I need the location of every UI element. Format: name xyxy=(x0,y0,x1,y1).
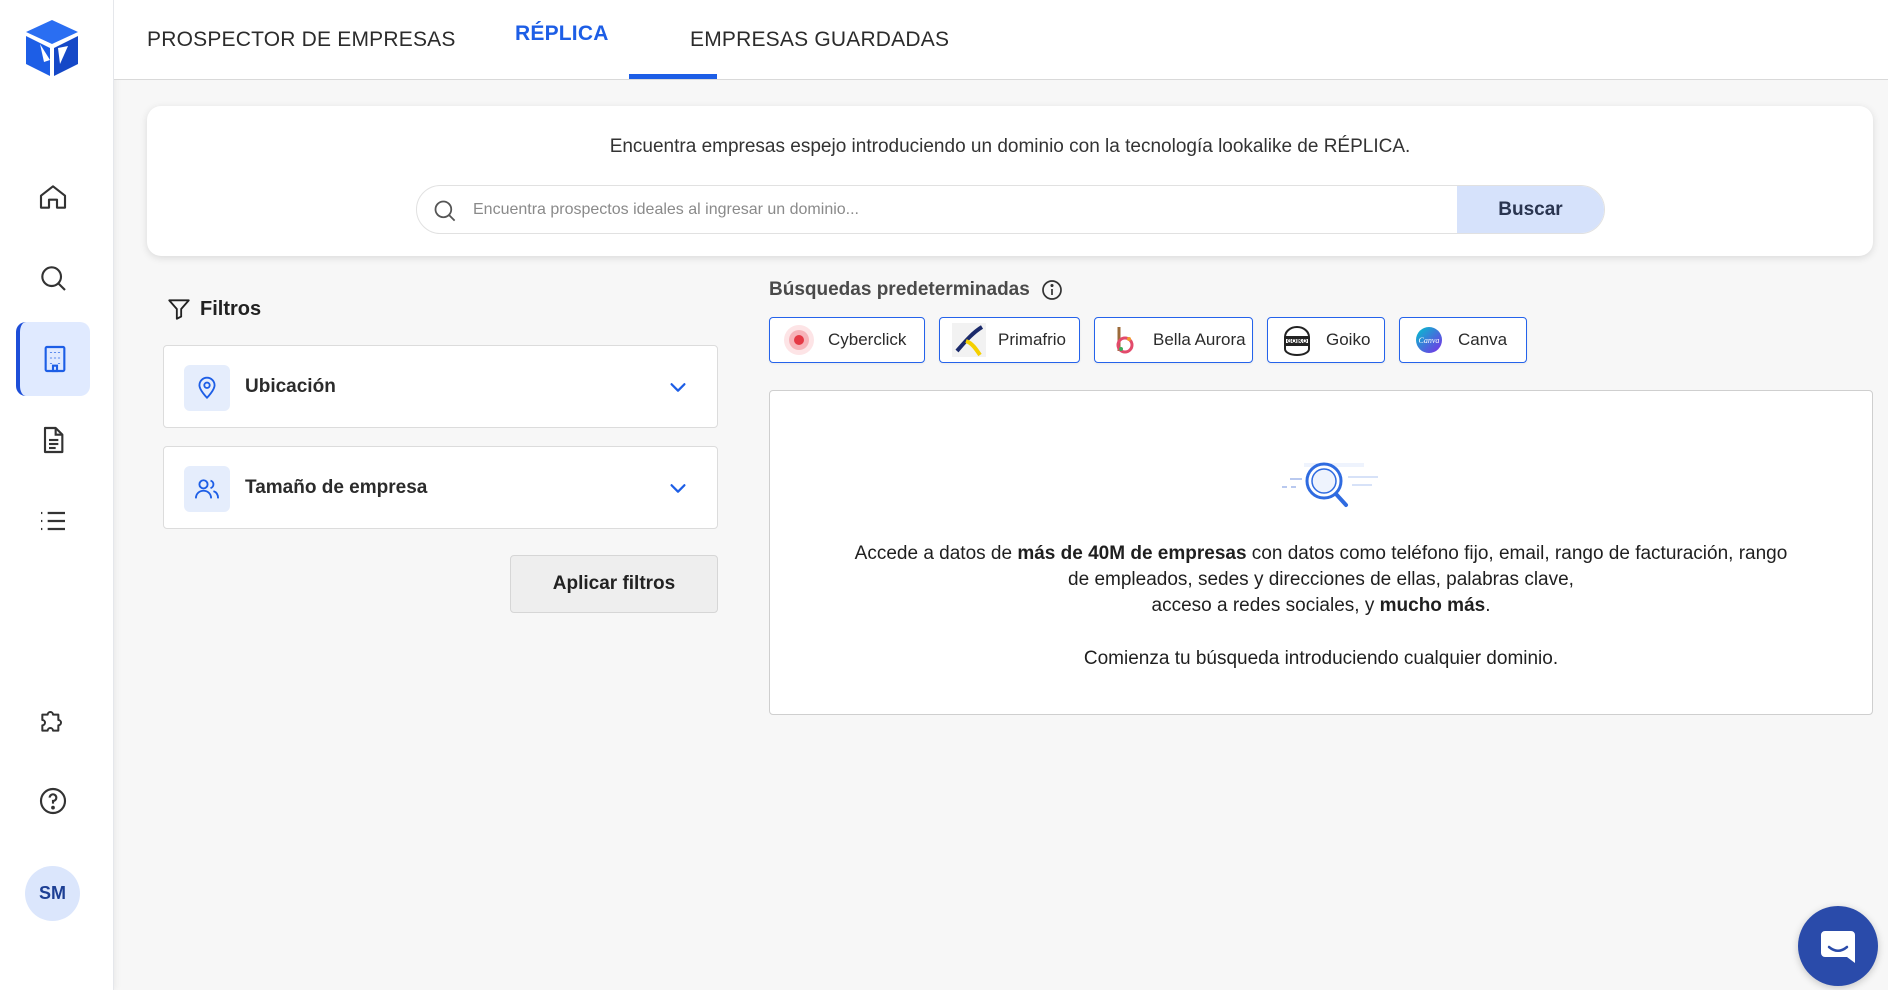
document-icon xyxy=(43,426,64,454)
preset-searches-title: Búsquedas predeterminadas xyxy=(769,279,1030,300)
filter-location[interactable]: Ubicación xyxy=(163,345,718,428)
info-icon[interactable] xyxy=(1040,278,1064,302)
preset-chip-canva[interactable]: Canva Canva xyxy=(1399,317,1527,363)
sidebar: SM xyxy=(0,0,114,990)
apply-filters-button[interactable]: Aplicar filtros xyxy=(510,555,718,613)
app-logo[interactable] xyxy=(22,18,82,80)
preset-chip-primafrio[interactable]: Primafrio xyxy=(939,317,1080,363)
preset-chip-goiko[interactable]: GOIKO Goiko xyxy=(1267,317,1385,363)
search-icon xyxy=(434,200,456,222)
filter-company-size[interactable]: Tamaño de empresa xyxy=(163,446,718,529)
nav-search[interactable] xyxy=(16,241,90,315)
chevron-down-icon[interactable] xyxy=(667,376,689,398)
goiko-logo: GOIKO xyxy=(1280,323,1314,357)
nav-lists[interactable] xyxy=(16,484,90,558)
search-card: Encuentra empresas espejo introduciendo … xyxy=(147,106,1873,256)
chevron-down-icon[interactable] xyxy=(667,477,689,499)
preset-chip-bella-aurora[interactable]: Bella Aurora xyxy=(1094,317,1253,363)
nav-home[interactable] xyxy=(16,160,90,234)
description-line-1: Accede a datos de más de 40M de empresas… xyxy=(854,543,1788,564)
location-pin-icon xyxy=(198,376,216,400)
domain-search-box: Buscar xyxy=(416,185,1605,234)
magnifier-illustration-icon xyxy=(1282,462,1378,507)
preset-chip-label: Cyberclick xyxy=(828,330,907,349)
preset-chip-cyberclick[interactable]: Cyberclick xyxy=(769,317,925,363)
description-line-2: de empleados, sedes y direcciones de ell… xyxy=(1068,569,1574,590)
search-icon xyxy=(41,266,66,291)
building-icon xyxy=(44,345,66,373)
home-icon xyxy=(39,185,67,209)
nav-companies[interactable] xyxy=(16,322,90,396)
tab-prospector[interactable]: PROSPECTOR DE EMPRESAS xyxy=(147,0,456,80)
cyberclick-logo xyxy=(782,323,816,357)
chat-icon xyxy=(1821,931,1855,963)
chat-support-button[interactable] xyxy=(1798,906,1878,986)
puzzle-icon xyxy=(41,711,62,732)
filter-company-size-label: Tamaño de empresa xyxy=(245,476,428,498)
preset-chip-label: Bella Aurora xyxy=(1153,330,1246,349)
primafrio-logo xyxy=(952,323,986,357)
preset-searches-header: Búsquedas predeterminadas xyxy=(769,278,1064,302)
preset-chip-label: Primafrio xyxy=(998,330,1067,349)
list-icon xyxy=(41,511,65,531)
filter-icon xyxy=(168,299,190,320)
preset-chip-label: Canva xyxy=(1458,330,1508,349)
domain-search-input[interactable] xyxy=(473,186,1453,233)
filters-header: Filtros xyxy=(166,296,261,322)
filters-title: Filtros xyxy=(200,297,262,320)
empty-state-cta: Comienza tu búsqueda introduciendo cualq… xyxy=(1083,648,1559,669)
empty-state-description: Accede a datos de más de 40M de empresas… xyxy=(770,541,1872,619)
user-avatar[interactable]: SM xyxy=(25,866,80,921)
location-icon-wrap xyxy=(184,365,230,411)
empty-state-card: Accede a datos de más de 40M de empresas… xyxy=(769,390,1873,715)
users-icon-wrap xyxy=(184,466,230,512)
nav-documents[interactable] xyxy=(16,403,90,477)
top-tabs: PROSPECTOR DE EMPRESAS RÉPLICA EMPRESAS … xyxy=(114,0,1888,80)
tab-saved-companies[interactable]: EMPRESAS GUARDADAS xyxy=(690,0,949,80)
canva-logo-text: Canva xyxy=(1419,336,1440,345)
search-caption: Encuentra empresas espejo introduciendo … xyxy=(609,136,1411,157)
bella-aurora-logo xyxy=(1107,323,1141,357)
tab-replica[interactable]: RÉPLICA xyxy=(515,0,609,74)
canva-logo: Canva xyxy=(1412,323,1446,357)
description-line-3: acceso a redes sociales, y mucho más. xyxy=(1151,595,1491,616)
nav-help[interactable] xyxy=(16,764,90,838)
help-icon xyxy=(39,787,67,815)
nav-integrations[interactable] xyxy=(16,683,90,757)
users-icon xyxy=(194,479,220,499)
search-button[interactable]: Buscar xyxy=(1457,186,1604,233)
filter-location-label: Ubicación xyxy=(245,375,336,397)
preset-chip-label: Goiko xyxy=(1326,330,1371,349)
